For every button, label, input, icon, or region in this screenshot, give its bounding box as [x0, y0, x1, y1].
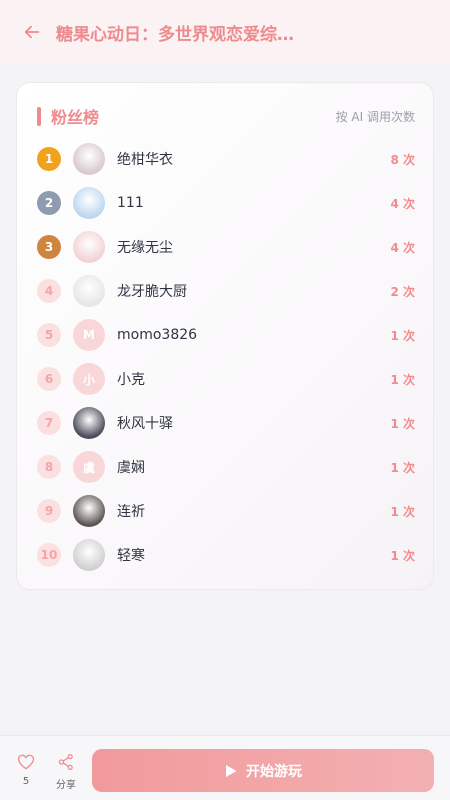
rank-badge: 3 — [37, 235, 61, 259]
rank-badge: 1 — [37, 147, 61, 171]
ranking-row[interactable]: 9 连祈 1 次 — [37, 493, 415, 529]
avatar[interactable]: M — [73, 319, 105, 351]
like-button[interactable]: 5 — [11, 752, 41, 792]
page-title: 糖果心动日：多世界观恋爱综… — [56, 24, 294, 45]
avatar[interactable] — [73, 539, 105, 571]
top-bar: 糖果心动日：多世界观恋爱综… — [0, 0, 450, 64]
play-icon — [226, 764, 237, 777]
share-label: 分享 — [56, 780, 76, 791]
call-count: 1 次 — [390, 460, 415, 475]
call-count: 1 次 — [390, 416, 415, 431]
bottom-bar: 5 分享 开始游玩 — [0, 735, 450, 800]
avatar[interactable] — [73, 495, 105, 527]
fan-name: 无缘无尘 — [117, 240, 173, 256]
fan-name: 连祈 — [117, 504, 145, 520]
rank-badge: 5 — [37, 323, 61, 347]
rank-badge: 4 — [37, 279, 61, 303]
ranking-row[interactable]: 6 小小克 1 次 — [37, 361, 415, 397]
fan-name: 龙牙脆大厨 — [117, 284, 187, 300]
call-count: 1 次 — [390, 328, 415, 343]
avatar[interactable] — [73, 407, 105, 439]
heart-icon — [17, 754, 35, 770]
call-count: 4 次 — [390, 240, 415, 255]
card-subtitle: 按 AI 调用次数 — [335, 109, 415, 124]
avatar[interactable] — [73, 275, 105, 307]
call-count: 1 次 — [390, 504, 415, 519]
rank-badge: 8 — [37, 455, 61, 479]
fan-name: 虞娴 — [117, 460, 145, 476]
avatar[interactable] — [73, 231, 105, 263]
ranking-row[interactable]: 5 Mmomo3826 1 次 — [37, 317, 415, 353]
fan-name: 轻寒 — [117, 548, 145, 564]
back-button[interactable] — [0, 0, 64, 64]
title-accent-bar — [37, 106, 41, 126]
avatar[interactable] — [73, 187, 105, 219]
rank-badge: 10 — [37, 543, 61, 567]
start-play-button[interactable]: 开始游玩 — [92, 749, 434, 792]
ranking-row[interactable]: 8 虞虞娴 1 次 — [37, 449, 415, 485]
call-count: 2 次 — [390, 284, 415, 299]
rank-badge: 2 — [37, 191, 61, 215]
rank-badge: 9 — [37, 499, 61, 523]
ranking-row[interactable]: 4 龙牙脆大厨 2 次 — [37, 273, 415, 309]
fan-ranking-card: 粉丝榜 按 AI 调用次数 1 绝柑华衣 8 次 2 111 4 次 3 无缘无尘 4 次 4 龙牙… — [16, 82, 434, 590]
arrow-left-icon — [24, 25, 40, 39]
start-play-label: 开始游玩 — [246, 763, 302, 780]
rank-badge: 6 — [37, 367, 61, 391]
share-icon — [58, 753, 73, 771]
avatar[interactable]: 虞 — [73, 451, 105, 483]
ranking-row[interactable]: 3 无缘无尘 4 次 — [37, 229, 415, 265]
call-count: 1 次 — [390, 372, 415, 387]
card-title: 粉丝榜 — [51, 108, 100, 127]
fan-name: 111 — [117, 195, 144, 211]
share-button[interactable]: 分享 — [51, 752, 81, 792]
ranking-row[interactable]: 7 秋风十驿 1 次 — [37, 405, 415, 441]
avatar[interactable]: 小 — [73, 363, 105, 395]
avatar[interactable] — [73, 143, 105, 175]
call-count: 1 次 — [390, 548, 415, 563]
card-title-wrap: 粉丝榜 — [37, 104, 99, 128]
ranking-row[interactable]: 2 111 4 次 — [37, 185, 415, 221]
fan-name: 小克 — [117, 372, 145, 388]
rank-badge: 7 — [37, 411, 61, 435]
ranking-row[interactable]: 1 绝柑华衣 8 次 — [37, 141, 415, 177]
ranking-row[interactable]: 10 轻寒 1 次 — [37, 537, 415, 573]
fan-name: 绝柑华衣 — [117, 152, 173, 168]
call-count: 8 次 — [390, 152, 415, 167]
like-count: 5 — [22, 776, 30, 787]
call-count: 4 次 — [390, 196, 415, 211]
fan-name: 秋风十驿 — [117, 416, 173, 432]
card-header: 粉丝榜 按 AI 调用次数 — [37, 105, 415, 127]
fan-name: momo3826 — [117, 327, 198, 343]
